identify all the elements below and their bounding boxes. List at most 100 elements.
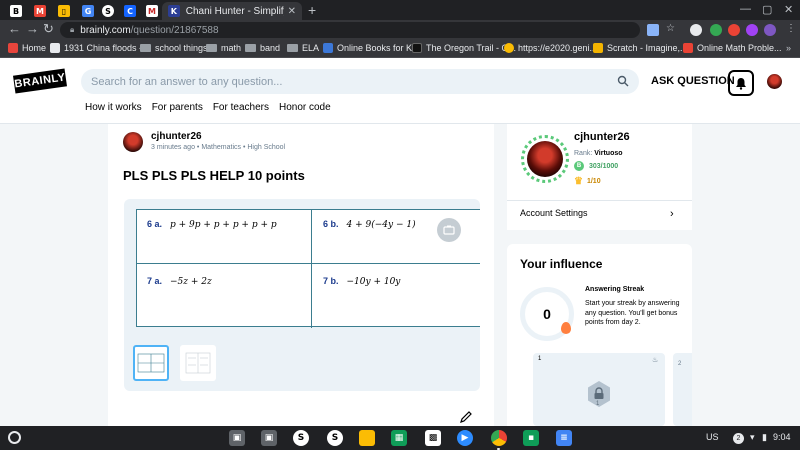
bookmark-band[interactable]: band bbox=[245, 43, 280, 53]
search-icon[interactable] bbox=[617, 75, 629, 87]
bookmark-ela[interactable]: ELA bbox=[287, 43, 319, 53]
tab-google[interactable]: G bbox=[78, 2, 98, 20]
extension-icon[interactable] bbox=[690, 24, 702, 36]
reload-icon[interactable]: ↻ bbox=[43, 21, 54, 37]
url-bar[interactable]: 🔒︎ brainly.com/question/21867588 bbox=[60, 22, 640, 38]
worksheet-divider bbox=[137, 263, 480, 264]
chrome-icon[interactable] bbox=[491, 430, 507, 446]
nav-for-parents[interactable]: For parents bbox=[152, 102, 203, 113]
wifi-icon[interactable]: ▾ bbox=[750, 432, 755, 443]
grammarly-icon[interactable] bbox=[710, 24, 722, 36]
video-extension-icon[interactable] bbox=[746, 24, 758, 36]
attachment-thumbnail-2[interactable] bbox=[180, 345, 216, 381]
ask-question-button[interactable]: ASK QUESTION bbox=[651, 75, 735, 87]
nav-honor-code[interactable]: Honor code bbox=[279, 102, 331, 113]
nav-for-teachers[interactable]: For teachers bbox=[213, 102, 269, 113]
google-sheets-icon[interactable]: ▦ bbox=[391, 430, 407, 446]
question-level: High School bbox=[247, 144, 286, 151]
tab-mail[interactable]: M bbox=[142, 2, 162, 20]
notification-count[interactable]: 2 bbox=[733, 433, 744, 444]
bookmark-e2020[interactable]: https://e2020.geni... bbox=[504, 43, 597, 53]
zoom-icon bbox=[443, 225, 455, 235]
google-docs-icon[interactable]: ≡ bbox=[556, 430, 572, 446]
flame-icon bbox=[561, 322, 571, 334]
bookmark-china-floods[interactable]: 1931 China floods -... bbox=[50, 43, 150, 53]
profile-icon[interactable] bbox=[764, 24, 776, 36]
search-bar[interactable] bbox=[81, 69, 639, 94]
profile-crown-count: ♛ 1/10 bbox=[574, 176, 601, 187]
question-meta: 3 minutes ago • Mathematics • High Schoo… bbox=[151, 144, 286, 151]
search-input[interactable] bbox=[91, 75, 591, 88]
google-favicon-icon: G bbox=[82, 5, 94, 17]
qr-code-icon[interactable]: ▩ bbox=[425, 430, 441, 446]
thumbnail-image-icon bbox=[185, 352, 211, 374]
zoom-button[interactable] bbox=[437, 218, 461, 242]
worksheet-image[interactable]: 6 a. p + 9p + p + p + p + p 6 b. 4 + 9(−4y… bbox=[136, 209, 480, 328]
zoom-app-icon[interactable]: ▶ bbox=[457, 430, 473, 446]
url-path: /question/21867588 bbox=[130, 24, 219, 36]
keyboard-locale[interactable]: US bbox=[706, 432, 719, 442]
screenshot-icon[interactable]: ▣ bbox=[261, 430, 277, 446]
forward-icon[interactable]: → bbox=[26, 21, 39, 36]
profile-username[interactable]: cjhunter26 bbox=[574, 131, 630, 143]
bookmark-math-problems[interactable]: Online Math Proble... bbox=[683, 43, 782, 53]
profile-rank: Rank: Virtuoso bbox=[574, 150, 623, 157]
tab-docs[interactable]: ▯ bbox=[54, 2, 74, 20]
question-author-avatar[interactable] bbox=[123, 132, 143, 152]
camera-icon[interactable]: ▣ bbox=[229, 430, 245, 446]
tab-brainly[interactable]: B bbox=[6, 2, 26, 20]
schoology-app-icon[interactable]: S bbox=[327, 430, 343, 446]
battery-icon[interactable]: ▮ bbox=[762, 432, 767, 443]
brainly-logo[interactable]: BRAINLY bbox=[13, 68, 67, 94]
bookmark-online-books[interactable]: Online Books for Ki... bbox=[323, 43, 422, 53]
close-tab-icon[interactable]: ✕ bbox=[288, 6, 296, 17]
menu-icon[interactable]: ⋮ bbox=[786, 23, 796, 34]
schoology-icon[interactable]: S bbox=[293, 430, 309, 446]
bookmark-oregon-trail[interactable]: The Oregon Trail - O... bbox=[412, 43, 516, 53]
close-window-icon[interactable]: ✕ bbox=[784, 3, 793, 16]
points-icon: B bbox=[574, 161, 584, 171]
launcher-icon[interactable] bbox=[8, 431, 21, 444]
active-tab[interactable]: K Chani Hunter - Simplify Expressi ✕ bbox=[162, 2, 302, 20]
question-author-name[interactable]: cjhunter26 bbox=[151, 131, 202, 142]
chevron-right-icon[interactable]: › bbox=[670, 208, 674, 220]
google-classroom-icon[interactable]: ▪ bbox=[523, 430, 539, 446]
maximize-icon[interactable]: ▢ bbox=[762, 3, 772, 16]
screencastify-icon[interactable] bbox=[728, 24, 740, 36]
star-icon[interactable]: ☆ bbox=[666, 23, 675, 34]
more-bookmarks-icon[interactable]: » bbox=[786, 43, 791, 53]
crown-icon: ♛ bbox=[574, 176, 583, 187]
bookmark-scratch[interactable]: Scratch - Imagine,... bbox=[593, 43, 688, 53]
bookmark-math[interactable]: math bbox=[206, 43, 241, 53]
address-toolbar: ← → ↻ 🔒︎ brainly.com/question/21867588 ☆… bbox=[0, 20, 800, 40]
clock[interactable]: 9:04 bbox=[773, 432, 791, 442]
badge-number: 1 bbox=[596, 401, 600, 407]
folder-icon bbox=[287, 44, 298, 52]
bookmark-school-things[interactable]: school things bbox=[140, 43, 208, 53]
thumbnail-image-icon bbox=[137, 353, 165, 373]
pencil-icon[interactable] bbox=[459, 410, 473, 424]
user-avatar[interactable] bbox=[767, 74, 782, 89]
lock-icon: 🔒︎ bbox=[70, 25, 75, 34]
bulb-icon bbox=[504, 43, 514, 53]
bookmark-home[interactable]: Home bbox=[8, 43, 46, 53]
profile-avatar[interactable] bbox=[527, 141, 563, 177]
nav-how-it-works[interactable]: How it works bbox=[85, 102, 142, 113]
khan-favicon-icon: K bbox=[168, 5, 180, 17]
google-slides-icon[interactable] bbox=[359, 430, 375, 446]
tab-gmail[interactable]: M bbox=[30, 2, 50, 20]
new-tab-icon[interactable]: + bbox=[308, 2, 316, 18]
folder-icon bbox=[206, 44, 217, 52]
notifications-button[interactable] bbox=[728, 70, 754, 96]
minimize-icon[interactable]: — bbox=[740, 3, 751, 15]
attachment-thumbnail-1[interactable] bbox=[133, 345, 169, 381]
account-settings-link[interactable]: Account Settings bbox=[520, 208, 588, 218]
os-taskbar: ▣ ▣ S S ▦ ▩ ▶ ▪ ≡ US 2 ▾ ▮ 9:04 bbox=[0, 426, 800, 450]
profile-points: B 303/1000 bbox=[574, 161, 618, 171]
tab-clever[interactable]: C bbox=[120, 2, 140, 20]
mail-favicon-icon: M bbox=[146, 5, 158, 17]
tab-schoology[interactable]: S bbox=[98, 2, 118, 20]
back-icon[interactable]: ← bbox=[8, 21, 21, 36]
translate-icon[interactable] bbox=[647, 24, 659, 36]
question-subject[interactable]: Mathematics bbox=[201, 144, 241, 151]
